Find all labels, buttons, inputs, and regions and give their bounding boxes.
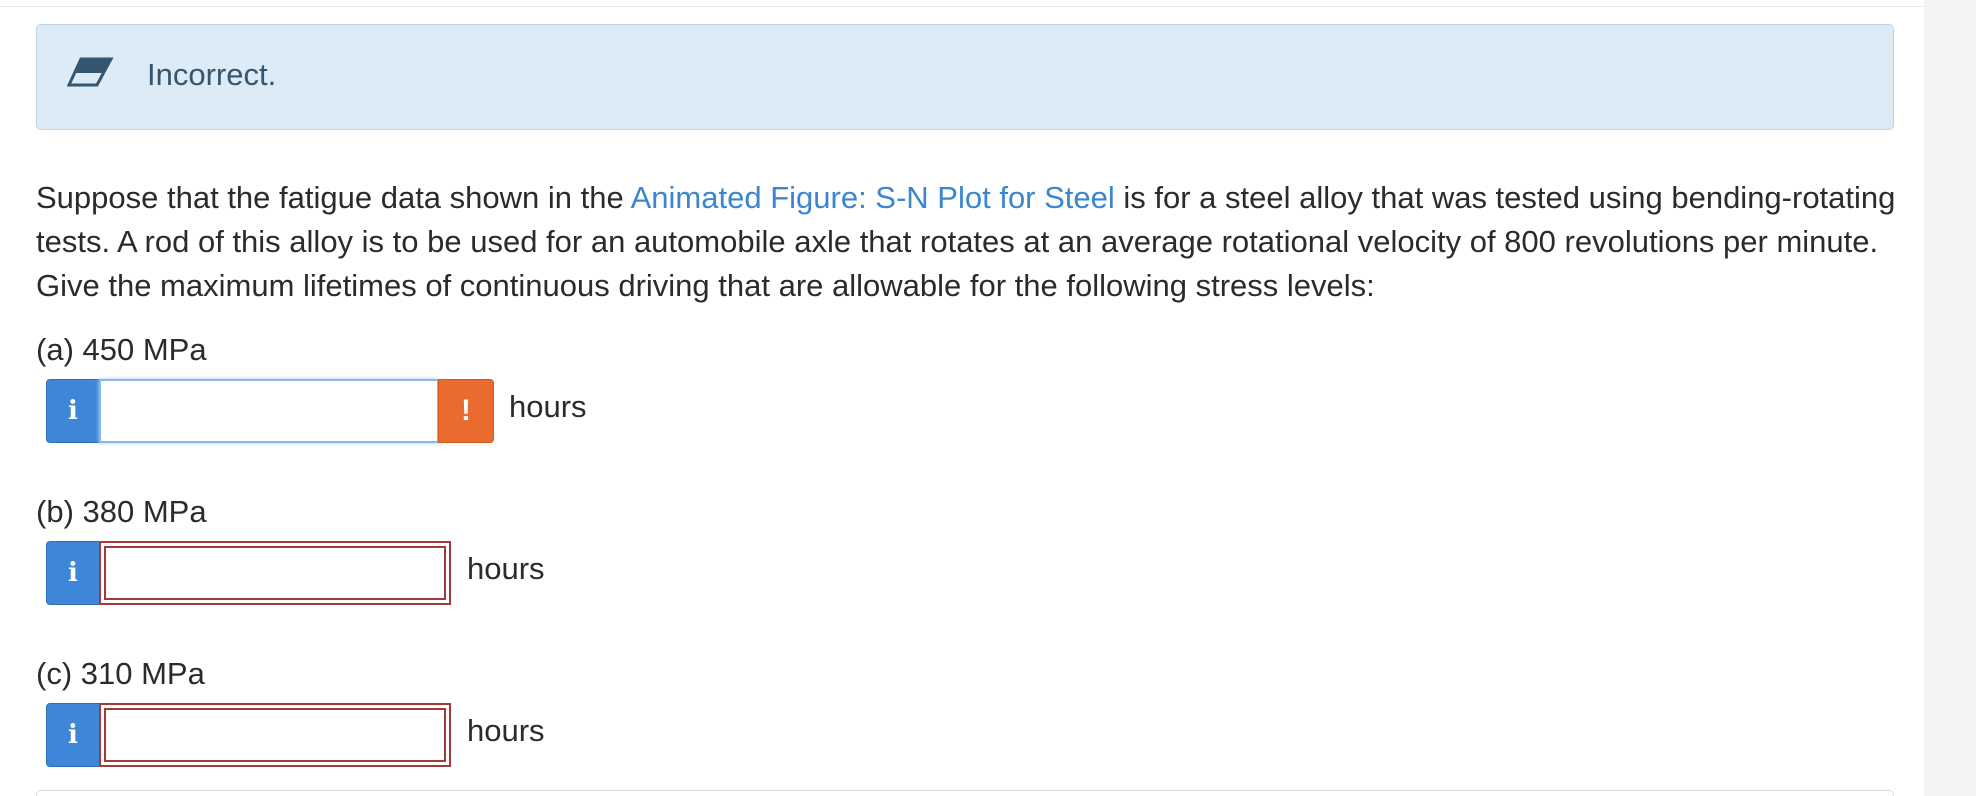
- part-a-alert-button[interactable]: !: [438, 379, 494, 443]
- part-a-label: (a) 450 MPa: [36, 332, 207, 367]
- feedback-banner: Incorrect.: [36, 24, 1894, 130]
- question-text: Suppose that the fatigue data shown in t…: [36, 176, 1906, 308]
- part-a-answer-input[interactable]: [99, 379, 439, 443]
- part-a-info-button[interactable]: i: [46, 379, 100, 443]
- animated-figure-link[interactable]: Animated Figure: S-N Plot for Steel: [631, 180, 1115, 215]
- feedback-status: Incorrect.: [147, 57, 277, 92]
- part-c-label: (c) 310 MPa: [36, 656, 205, 691]
- part-b-info-button[interactable]: i: [46, 541, 100, 605]
- next-panel-edge: [36, 790, 1894, 796]
- page-scroll-edge: [1924, 0, 1976, 796]
- part-b-unit: hours: [467, 551, 545, 586]
- part-c-answer-input[interactable]: [99, 703, 451, 767]
- part-b-label: (b) 380 MPa: [36, 494, 207, 529]
- eraser-icon: [67, 57, 114, 87]
- part-c-unit: hours: [467, 713, 545, 748]
- question-text-before-link: Suppose that the fatigue data shown in t…: [36, 180, 631, 215]
- part-a-unit: hours: [509, 389, 587, 424]
- part-b-answer-input[interactable]: [99, 541, 451, 605]
- part-c-info-button[interactable]: i: [46, 703, 100, 767]
- top-divider: [0, 6, 1924, 7]
